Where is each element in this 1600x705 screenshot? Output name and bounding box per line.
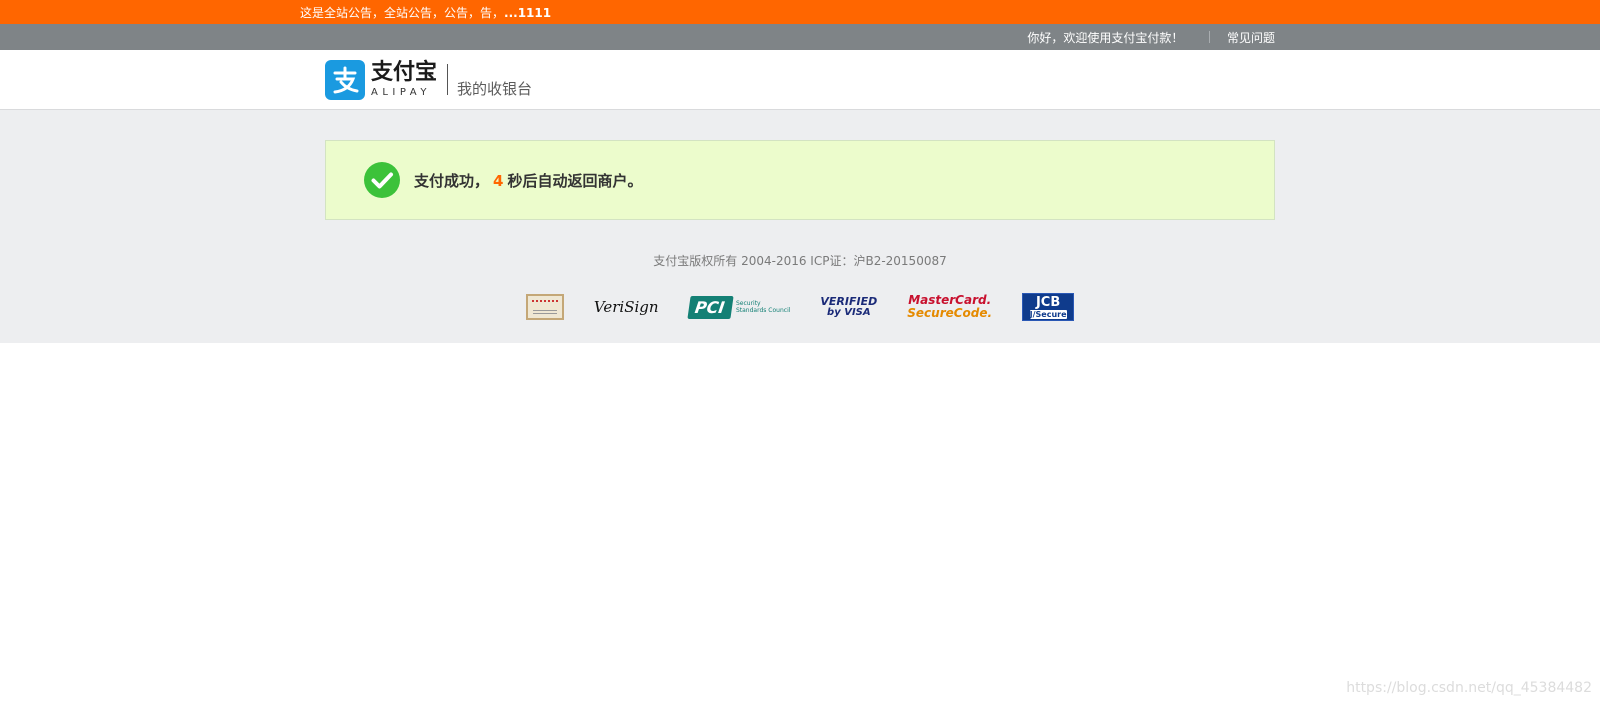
logo-english-text: ALIPAY bbox=[371, 87, 431, 98]
success-prefix: 支付成功， bbox=[414, 172, 490, 190]
jcb-jsecure-badge[interactable]: JCB J/Secure bbox=[1022, 293, 1075, 321]
countdown-seconds: 4 bbox=[493, 172, 504, 190]
pci-mark: PCI bbox=[686, 295, 734, 319]
jcb-bottom-text: J/Secure bbox=[1029, 309, 1067, 319]
header-divider bbox=[447, 64, 448, 95]
alipay-logo[interactable]: 支付宝 ALIPAY bbox=[325, 60, 437, 100]
watermark-text: https://blog.csdn.net/qq_45384482 bbox=[1346, 680, 1592, 696]
verified-by-visa-badge[interactable]: VERIFIED by VISA bbox=[820, 296, 877, 318]
copyright-text: 支付宝版权所有 2004-2016 ICP证：沪B2-20150087 bbox=[653, 254, 947, 268]
certificate-badge[interactable] bbox=[525, 294, 564, 320]
pci-badge[interactable]: PCI Security Standards Council bbox=[686, 295, 791, 319]
security-badges: VeriSign PCI Security Standards Council V… bbox=[325, 293, 1275, 321]
nav-separator bbox=[1209, 31, 1211, 43]
faq-link[interactable]: 常见问题 bbox=[1227, 31, 1275, 45]
announcement-bar: 这是全站公告，全站公告，公告，告，...1111 bbox=[0, 0, 1600, 24]
announcement-text: 这是全站公告，全站公告，公告，告， bbox=[300, 6, 505, 20]
alipay-logo-icon bbox=[325, 60, 365, 100]
pci-sub-line-2: Standards Council bbox=[735, 307, 791, 314]
vbv-bottom-text: by VISA bbox=[827, 307, 871, 318]
jcb-top-text: JCB bbox=[1035, 294, 1061, 310]
announcement-suffix: ...1111 bbox=[504, 6, 552, 20]
welcome-text: 你好，欢迎使用支付宝付款！ bbox=[1027, 31, 1184, 45]
verisign-text: VeriSign bbox=[593, 298, 659, 316]
main-content: 支付成功， 4 秒后自动返回商户。 支付宝版权所有 2004-2016 ICP证：沪… bbox=[0, 110, 1600, 343]
success-suffix: 秒后自动返回商户。 bbox=[507, 172, 643, 190]
check-circle-icon bbox=[364, 162, 400, 198]
mc-bottom-text: SecureCode. bbox=[907, 306, 993, 320]
vbv-top-text: VERIFIED bbox=[820, 295, 878, 308]
header: 支付宝 ALIPAY 我的收银台 bbox=[0, 50, 1600, 110]
payment-success-box: 支付成功， 4 秒后自动返回商户。 bbox=[325, 140, 1275, 220]
page-title: 我的收银台 bbox=[457, 80, 533, 98]
logo-chinese-text: 支付宝 bbox=[371, 60, 438, 85]
payment-success-message: 支付成功， 4 秒后自动返回商户。 bbox=[414, 170, 642, 191]
mastercard-securecode-badge[interactable]: MasterCard. SecureCode. bbox=[907, 294, 992, 320]
top-nav: 你好，欢迎使用支付宝付款！ 常见问题 bbox=[0, 24, 1600, 50]
pci-sub-line-1: Security bbox=[735, 300, 761, 307]
verisign-badge[interactable]: VeriSign bbox=[594, 298, 659, 316]
